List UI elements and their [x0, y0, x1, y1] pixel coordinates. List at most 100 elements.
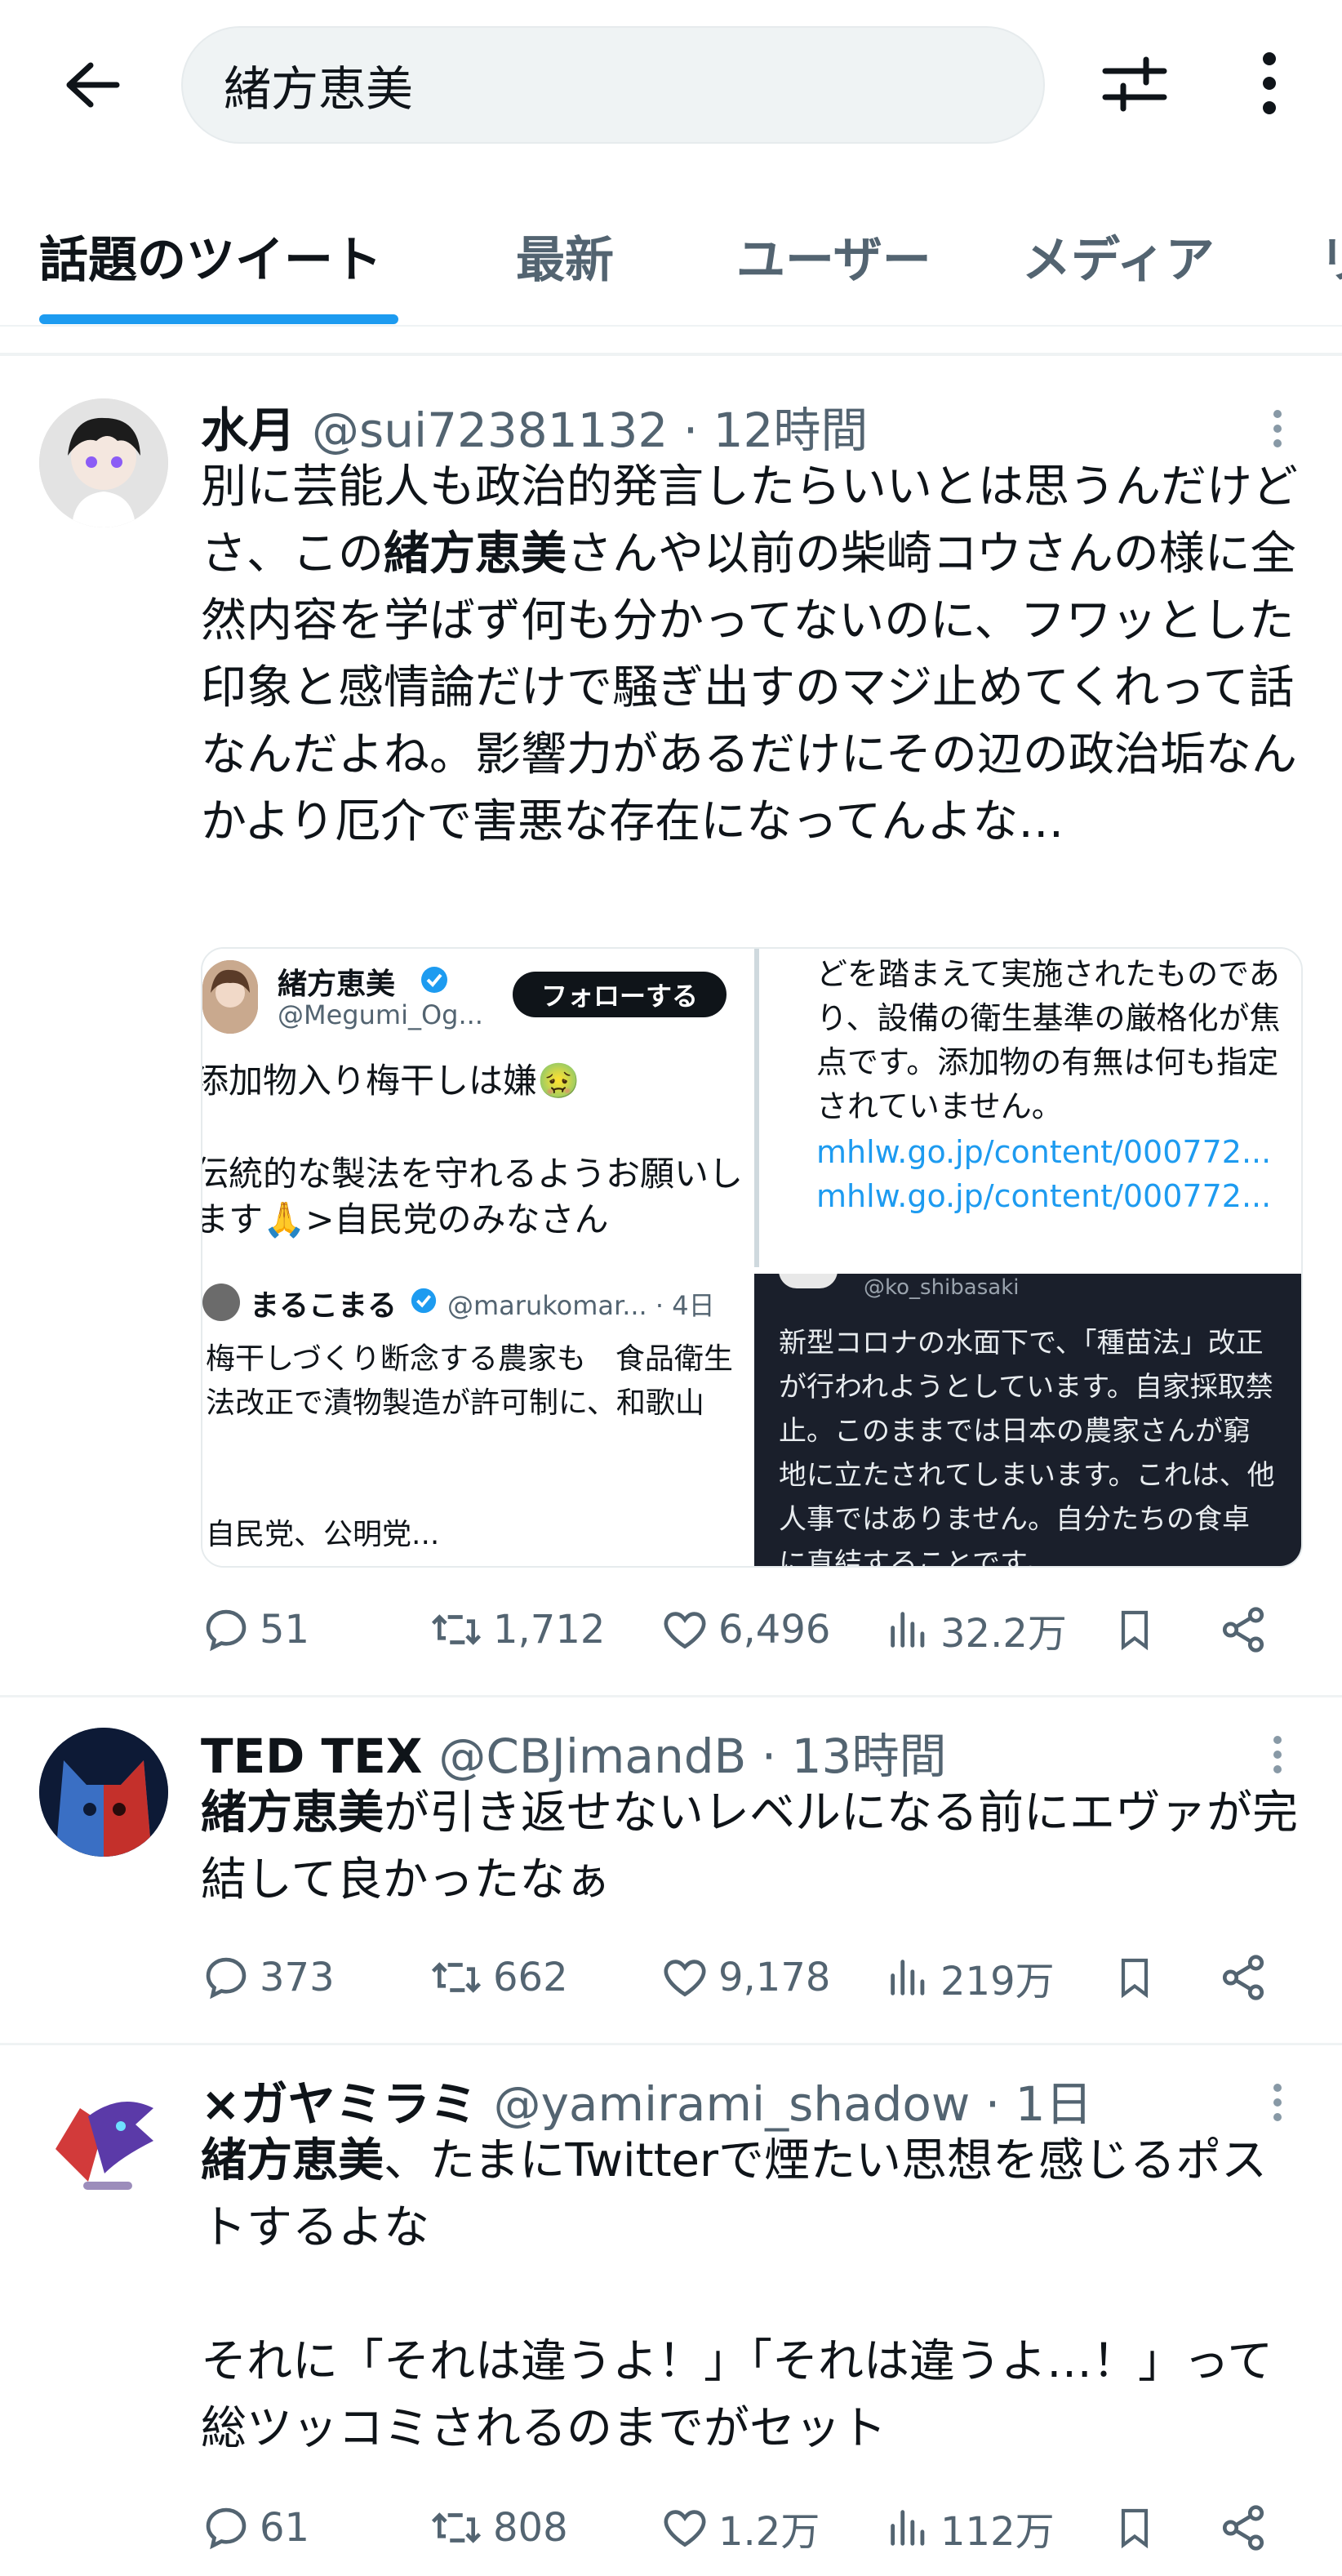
- bookmark-icon: [1121, 1610, 1149, 1651]
- header-separator: [0, 353, 1342, 356]
- like-count: 1.2万: [718, 2509, 820, 2555]
- more-vertical-icon[interactable]: [1233, 42, 1306, 124]
- reply-icon: [206, 1609, 247, 1652]
- views-chart-icon: [891, 2510, 925, 2546]
- tab-latest[interactable]: 最新: [516, 220, 614, 291]
- tweet-divider: [0, 2043, 1342, 2045]
- tweet-divider: [0, 1695, 1342, 1697]
- heart-icon: [664, 1612, 706, 1649]
- quoted-text-line1: 添加物入り梅干しは嫌🤢: [202, 1061, 580, 1101]
- share-icon: [1222, 1607, 1264, 1653]
- avatar[interactable]: [39, 398, 168, 527]
- link-1[interactable]: mhlw.go.jp/content/000772...: [816, 1130, 1271, 1174]
- avatar[interactable]: [39, 1728, 168, 1857]
- link-2[interactable]: mhlw.go.jp/content/000772...: [816, 1174, 1271, 1218]
- bookmark-button[interactable]: [1112, 1597, 1166, 1662]
- view-count: 32.2万: [940, 1611, 1067, 1657]
- media-image-1[interactable]: 緒方恵美 @Megumi_Og... フォローする 添加物入り梅干しは嫌🤢 伝統…: [202, 949, 748, 1267]
- views-chart-icon: [891, 1612, 925, 1648]
- reply-button[interactable]: 61: [201, 2495, 309, 2560]
- retweet-icon: [431, 2512, 482, 2543]
- tweet-more-icon[interactable]: [1257, 400, 1298, 457]
- tab-top[interactable]: 話題のツイート: [39, 220, 382, 291]
- retweet-button[interactable]: 808: [428, 2495, 568, 2560]
- like-count: 6,496: [718, 1607, 831, 1653]
- reply-icon: [206, 1957, 247, 2000]
- quoted-handle: @marukomar... · 4日: [447, 1290, 715, 1321]
- retweet-count: 662: [493, 1955, 568, 2000]
- share-button[interactable]: [1218, 1945, 1277, 2010]
- tab-media[interactable]: メディア: [1022, 220, 1215, 291]
- quoted-text-line2: 伝統的な製法を守れるようお願いします🙏>自民党のみなさん: [202, 1154, 744, 1239]
- search-query: 緒方恵美: [224, 61, 414, 117]
- active-tab-indicator: [39, 314, 398, 324]
- reply-thread-line: [754, 949, 759, 1267]
- quoted-avatar: [202, 1284, 240, 1321]
- share-icon: [1222, 1955, 1264, 2000]
- like-count: 9,178: [718, 1955, 831, 2000]
- reply-button[interactable]: 51: [201, 1597, 309, 1662]
- highlighted-term: 緒方恵美: [201, 1786, 384, 1840]
- search-input[interactable]: 緒方恵美: [181, 26, 1045, 144]
- tweet-actions: 373 662 9,178 219万: [201, 1945, 1311, 2010]
- quoted-name: 緒方恵美: [278, 968, 396, 1001]
- retweet-count: 1,712: [493, 1607, 606, 1653]
- views-button[interactable]: 32.2万: [885, 1597, 1067, 1662]
- bookmark-icon: [1121, 1958, 1149, 1999]
- tweet-media-grid[interactable]: 緒方恵美 @Megumi_Og... フォローする 添加物入り梅干しは嫌🤢 伝統…: [201, 947, 1303, 1568]
- quoted-footer: 自民党、公明党...: [206, 1518, 440, 1551]
- highlighted-term: 緒方恵美: [201, 2134, 384, 2187]
- tweet-more-icon[interactable]: [1257, 2074, 1298, 2131]
- quoted-reply-text: どを踏まえて実施されたものであり、設備の衛生基準の厳格化が焦点です。添加物の有無…: [816, 956, 1281, 1124]
- media-image-4[interactable]: @ko_shibasaki 新型コロナの水面下で、「種苗法」改正が行われようとし…: [754, 1274, 1301, 1566]
- display-name[interactable]: TED TEX: [201, 1728, 422, 1784]
- quoted-text: 梅干しづくり断念する農家も 食品衛生法改正で漬物製造が許可制に、和歌山: [206, 1342, 733, 1420]
- quoted-avatar: [202, 960, 258, 1034]
- handle-time[interactable]: @yamirami_shadow · 1日: [494, 2066, 1093, 2134]
- tweet-text: 別に芸能人も政治的発言したらいいとは思うんだけどさ、この緒方恵美さんや以前の柴崎…: [201, 454, 1311, 856]
- quoted-name: まるこまる: [250, 1289, 398, 1323]
- quoted-handle: @Megumi_Og...: [278, 999, 483, 1030]
- follow-button[interactable]: フォローする: [513, 972, 727, 1017]
- bookmark-button[interactable]: [1112, 1945, 1166, 2010]
- tweet-more-icon[interactable]: [1257, 1726, 1298, 1783]
- share-icon: [1222, 2505, 1264, 2551]
- reply-button[interactable]: 373: [201, 1945, 335, 2010]
- tweet-header: TED TEX @CBJimandB · 13時間: [201, 1718, 946, 1786]
- handle-time[interactable]: @CBJimandB · 13時間: [438, 1718, 946, 1786]
- like-button[interactable]: 1.2万: [660, 2495, 820, 2560]
- filter-sliders-icon[interactable]: [1094, 47, 1175, 121]
- retweet-button[interactable]: 1,712: [428, 1597, 605, 1662]
- handle-time[interactable]: @sui72381132 · 12時間: [312, 392, 868, 460]
- share-button[interactable]: [1218, 2495, 1277, 2560]
- tab-lists[interactable]: リ: [1319, 220, 1342, 291]
- tab-users[interactable]: ユーザー: [736, 220, 931, 291]
- back-arrow-icon[interactable]: [57, 51, 126, 119]
- views-button[interactable]: 219万: [885, 1945, 1055, 2010]
- search-tabs: 話題のツイート 最新 ユーザー メディア リ: [0, 188, 1342, 327]
- bookmark-button[interactable]: [1112, 2495, 1166, 2560]
- views-chart-icon: [891, 1960, 925, 1995]
- retweet-icon: [431, 1962, 482, 1993]
- like-button[interactable]: 6,496: [660, 1597, 830, 1662]
- media-image-3[interactable]: まるこまる @marukomar... · 4日 梅干しづくり断念する農家も 食…: [202, 1274, 748, 1566]
- display-name[interactable]: ×ガヤミラミ: [201, 2066, 478, 2134]
- avatar[interactable]: [39, 2075, 168, 2205]
- heart-icon: [664, 1960, 706, 1997]
- tweet-text: 緒方恵美、たまにTwitterで煙たい思想を感じるポストするよな それに「それは…: [201, 2128, 1311, 2463]
- bookmark-icon: [1121, 2508, 1149, 2549]
- media-image-2[interactable]: どを踏まえて実施されたものであり、設備の衛生基準の厳格化が焦点です。添加物の有無…: [754, 949, 1301, 1267]
- tweet-header: 水月 @sui72381132 · 12時間: [201, 392, 868, 460]
- tweet-actions: 51 1,712 6,496 32.2万: [201, 1597, 1311, 1662]
- media-gap: [202, 1267, 1301, 1274]
- retweet-button[interactable]: 662: [428, 1945, 568, 2010]
- heart-icon: [664, 2510, 706, 2547]
- reply-count: 61: [260, 2505, 310, 2551]
- tweet-actions: 61 808 1.2万 112万: [201, 2495, 1311, 2560]
- share-button[interactable]: [1218, 1597, 1277, 1662]
- reply-count: 51: [260, 1607, 310, 1653]
- highlighted-term: 緒方恵美: [384, 527, 567, 581]
- views-button[interactable]: 112万: [885, 2495, 1055, 2560]
- like-button[interactable]: 9,178: [660, 1945, 830, 2010]
- display-name[interactable]: 水月: [201, 392, 296, 460]
